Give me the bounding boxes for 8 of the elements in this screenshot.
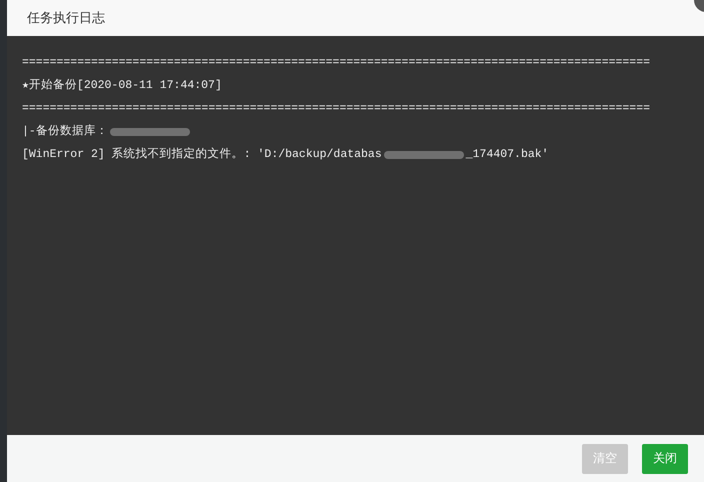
- log-line: ===========================================================================================: [22, 55, 650, 71]
- dialog-title: 任务执行日志: [27, 10, 105, 27]
- log-line: ===========================================================================================: [22, 101, 650, 117]
- log-line: |-备份数据库：: [22, 123, 108, 140]
- log-line: ★开始备份[2020-08-11 17:44:07]: [22, 78, 222, 94]
- log-line: _174407.bak': [466, 147, 549, 163]
- close-button[interactable]: 关闭: [642, 444, 688, 474]
- log-line: [WinError 2] 系统找不到指定的文件。: 'D:/backup/databas: [22, 146, 382, 163]
